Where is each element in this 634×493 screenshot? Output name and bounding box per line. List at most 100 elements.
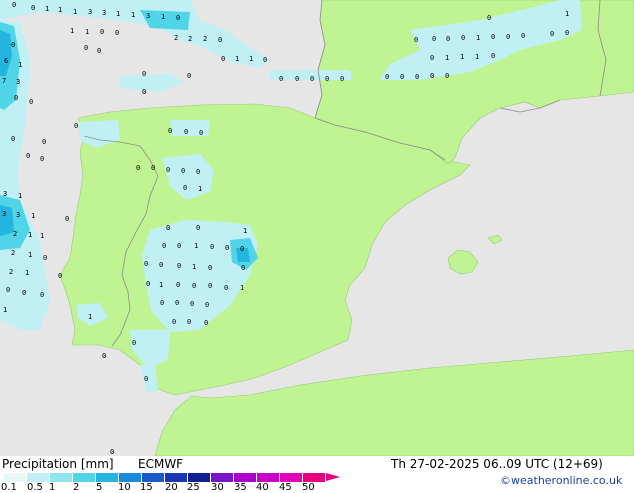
- legend-swatch-13: [303, 473, 326, 482]
- precip-value-45: 0: [11, 135, 16, 143]
- precip-value-109: 0: [487, 14, 492, 22]
- legend-swatch-6: [142, 473, 165, 482]
- legend-label-8: 25: [187, 482, 200, 493]
- precip-value-116: 0: [491, 33, 496, 41]
- mallorca-land: [447, 249, 479, 275]
- precip-value-64: 1: [40, 232, 45, 240]
- legend-swatch-5: [119, 473, 142, 482]
- legend-label-12: 45: [279, 482, 292, 493]
- precip-value-86: 0: [146, 280, 151, 288]
- precip-value-7: 1: [116, 10, 121, 18]
- precip-value-18: 2: [203, 35, 208, 43]
- precip-value-118: 0: [521, 32, 526, 40]
- precip-value-36: 0: [325, 75, 330, 83]
- legend-label-2: 1: [49, 482, 56, 493]
- precip-value-115: 1: [476, 34, 481, 42]
- footer-title: Precipitation [mm]: [2, 457, 114, 471]
- map-footer: Precipitation [mm] ECMWF Th 27-02-2025 0…: [0, 456, 634, 493]
- precip-value-95: 0: [40, 291, 45, 299]
- precip-value-32: 3: [16, 78, 21, 86]
- map-shapes: [0, 0, 634, 456]
- precip-value-44: 0: [199, 129, 204, 137]
- precip-value-59: 3: [16, 211, 21, 219]
- precip-value-55: 1: [198, 185, 203, 193]
- precip-value-66: 0: [196, 224, 201, 232]
- precip-value-77: 0: [144, 260, 149, 268]
- precip-value-84: 1: [25, 269, 30, 277]
- precip-value-47: 0: [26, 152, 31, 160]
- precip-value-10: 1: [161, 13, 166, 21]
- precip-value-70: 1: [194, 242, 199, 250]
- legend-label-0: 0.1: [1, 482, 17, 493]
- precip-value-13: 1: [85, 28, 90, 36]
- legend-label-3: 2: [73, 482, 80, 493]
- precip-value-112: 0: [432, 35, 437, 43]
- precip-value-9: 3: [146, 12, 151, 20]
- precip-value-97: 0: [175, 299, 180, 307]
- precip-value-52: 0: [181, 167, 186, 175]
- precip-value-90: 0: [208, 282, 213, 290]
- legend-swatch-12: [280, 473, 303, 482]
- precip-value-17: 2: [188, 35, 193, 43]
- precip-value-121: 0: [430, 54, 435, 62]
- precip-value-113: 0: [446, 35, 451, 43]
- precip-value-68: 0: [162, 242, 167, 250]
- precip-value-117: 0: [506, 33, 511, 41]
- legend-swatch-1: [27, 473, 50, 482]
- precip-value-122: 1: [445, 54, 450, 62]
- precip-value-83: 2: [9, 268, 14, 276]
- precip-value-78: 0: [159, 261, 164, 269]
- legend-label-7: 20: [165, 482, 178, 493]
- precip-value-102: 0: [172, 318, 177, 326]
- precip-value-107: 0: [144, 375, 149, 383]
- precip-value-19: 0: [218, 36, 223, 44]
- precip-value-104: 0: [204, 319, 209, 327]
- precip-value-43: 0: [184, 128, 189, 136]
- valid-time: Th 27-02-2025 06..09 UTC (12+69): [391, 457, 603, 471]
- precip-value-48: 0: [40, 155, 45, 163]
- precip-value-25: 0: [221, 55, 226, 63]
- precip-value-41: 0: [74, 122, 79, 130]
- precip-value-105: 0: [132, 339, 137, 347]
- precip-value-49: 0: [136, 164, 141, 172]
- precip-value-37: 0: [340, 75, 345, 83]
- precip-value-40: 0: [29, 98, 34, 106]
- precip-value-31: 7: [2, 77, 7, 85]
- precip-value-123: 1: [460, 53, 465, 61]
- precip-value-1: 0: [31, 4, 36, 12]
- precip-value-56: 3: [3, 190, 8, 198]
- precip-value-129: 0: [430, 72, 435, 80]
- precip-value-33: 0: [279, 75, 284, 83]
- precip-value-51: 0: [166, 166, 171, 174]
- precip-value-53: 0: [196, 168, 201, 176]
- menorca-land: [487, 234, 503, 245]
- precip-value-22: 0: [11, 41, 16, 49]
- precip-value-103: 0: [187, 318, 192, 326]
- precip-value-93: 0: [6, 286, 11, 294]
- legend-swatch-2: [50, 473, 73, 482]
- precip-value-6: 3: [102, 9, 107, 17]
- precip-value-114: 0: [461, 34, 466, 42]
- precip-value-88: 0: [176, 281, 181, 289]
- legend-swatch-11: [257, 473, 280, 482]
- precip-value-0: 0: [12, 1, 17, 9]
- precip-value-15: 0: [115, 29, 120, 37]
- precip-value-24: 1: [18, 61, 23, 69]
- precipitation-map: 0 0 1 1 1 3 3 1 1 3 1 0 1 1 0 0 2 2 2 0 0 0 0 6 1 0 1 1 0 0 0 7 3 0 0 0 0 0 0 0…: [0, 0, 634, 456]
- iberia-land: [59, 103, 471, 396]
- precip-value-100: 1: [3, 306, 8, 314]
- precip-value-71: 0: [210, 243, 215, 251]
- precip-value-8: 1: [131, 11, 136, 19]
- precip-value-60: 1: [31, 212, 36, 220]
- precip-value-120: 0: [565, 29, 570, 37]
- precip-value-69: 0: [177, 242, 182, 250]
- legend-swatch-3: [73, 473, 96, 482]
- precip-value-72: 0: [225, 244, 230, 252]
- precip-value-20: 0: [84, 44, 89, 52]
- precip-value-80: 1: [192, 263, 197, 271]
- precip-value-4: 1: [73, 8, 78, 16]
- precip-value-58: 3: [2, 210, 7, 218]
- legend-swatch-9: [211, 473, 234, 482]
- legend-color-bar: [4, 473, 340, 482]
- precip-value-91: 0: [224, 284, 229, 292]
